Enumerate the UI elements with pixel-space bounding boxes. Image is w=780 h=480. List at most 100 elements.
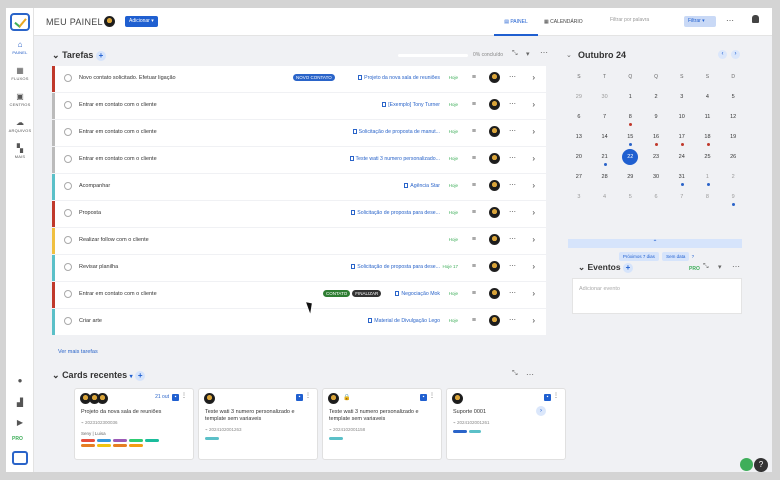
- description-icon[interactable]: ≡: [472, 155, 476, 162]
- calendar-day[interactable]: 23: [643, 154, 669, 174]
- task-row[interactable]: Entrar em contato com o cliente CONTATO F…: [52, 282, 546, 308]
- task-date[interactable]: Hoje: [449, 237, 458, 242]
- task-checkbox[interactable]: [64, 74, 72, 82]
- add-button[interactable]: Adicionar ▾: [125, 16, 158, 27]
- task-row[interactable]: Criar arte Material de Divulgação Lego H…: [52, 309, 546, 335]
- description-icon[interactable]: ≡: [472, 182, 476, 189]
- calendar-day[interactable]: 21: [592, 154, 618, 174]
- more-icon[interactable]: ⋮: [553, 392, 559, 399]
- next-7-days-button[interactable]: Próximos 7 dias: [618, 252, 659, 261]
- calendar-day[interactable]: 3: [669, 94, 695, 114]
- task-checkbox[interactable]: [64, 101, 72, 109]
- sidebar-item-chat[interactable]: ●: [6, 376, 34, 385]
- chevron-right-icon[interactable]: ›: [532, 181, 535, 190]
- calendar-day[interactable]: 6: [566, 114, 592, 134]
- task-date[interactable]: Hoje: [449, 129, 458, 134]
- task-link[interactable]: Solicitação de proposta de manut...: [352, 129, 440, 135]
- cards-next-button[interactable]: ›: [536, 406, 546, 416]
- calendar-next-button[interactable]: ›: [731, 50, 740, 59]
- calendar-day[interactable]: 4: [592, 194, 618, 214]
- sidebar-item-fluxos[interactable]: ▦ FLUXOS: [6, 66, 34, 81]
- task-row[interactable]: Entrar em contato com o cliente [Exemplo…: [52, 93, 546, 119]
- help-icon[interactable]: ?: [692, 254, 695, 259]
- more-icon[interactable]: ⋮: [429, 392, 435, 399]
- task-checkbox[interactable]: [64, 263, 72, 271]
- chevron-right-icon[interactable]: ›: [532, 208, 535, 217]
- recent-card[interactable]: ▪ ⋮ Teste wati 3 numero personalizado e …: [198, 388, 318, 460]
- chevron-right-icon[interactable]: ›: [532, 73, 535, 82]
- more-icon[interactable]: ⋯: [509, 262, 516, 270]
- chevron-right-icon[interactable]: ›: [532, 127, 535, 136]
- task-date[interactable]: Hoje: [449, 75, 458, 80]
- calendar-day[interactable]: 17: [669, 134, 695, 154]
- recent-card[interactable]: 21 out ▪ ⋮ Projeto da nova sala de reuni…: [74, 388, 194, 460]
- calendar-day[interactable]: 2: [720, 174, 746, 194]
- task-checkbox[interactable]: [64, 128, 72, 136]
- more-icon[interactable]: ⋯: [509, 316, 516, 324]
- sidebar-item-painel[interactable]: ⌂ PAINEL: [6, 40, 34, 55]
- collapse-icon[interactable]: ⤡: [512, 370, 518, 378]
- bell-icon[interactable]: [752, 15, 759, 23]
- task-checkbox[interactable]: [64, 290, 72, 298]
- search-input[interactable]: Filtrar por palavra: [610, 17, 680, 23]
- task-date[interactable]: Hoje: [449, 291, 458, 296]
- calendar-day[interactable]: 29: [617, 174, 643, 194]
- recent-card[interactable]: ▪ ⋮ Suporte 0001 ⌁ 2024102001261: [446, 388, 566, 460]
- calendar-day[interactable]: 26: [720, 154, 746, 174]
- description-icon[interactable]: ≡: [472, 236, 476, 243]
- description-icon[interactable]: ≡: [472, 290, 476, 297]
- more-icon[interactable]: ⋯: [509, 235, 516, 243]
- no-date-button[interactable]: Sem data: [662, 252, 690, 261]
- task-date[interactable]: Hoje: [449, 318, 458, 323]
- task-link[interactable]: Material de Divulgação Lego: [368, 318, 440, 324]
- calendar-day[interactable]: 5: [720, 94, 746, 114]
- assignee-avatar[interactable]: [489, 180, 500, 191]
- sidebar-item-reports[interactable]: ▟: [6, 398, 34, 407]
- chevron-down-icon[interactable]: ▾: [526, 50, 530, 58]
- sidebar-item-mais[interactable]: ▚ MAIS: [6, 144, 34, 159]
- calendar-day[interactable]: 1: [695, 174, 721, 194]
- calendar-day[interactable]: 7: [669, 194, 695, 214]
- help-button[interactable]: ?: [754, 458, 768, 472]
- task-row[interactable]: Entrar em contato com o cliente Teste wa…: [52, 147, 546, 173]
- events-header[interactable]: ⌄ Eventos +: [578, 262, 633, 273]
- task-checkbox[interactable]: [64, 182, 72, 190]
- recent-card[interactable]: 🔒 ▪ ⋮ Teste wati 3 numero personalizado …: [322, 388, 442, 460]
- more-icon[interactable]: ⋯: [540, 48, 548, 57]
- task-link[interactable]: Projeto da nova sala de reuniões: [358, 75, 440, 81]
- calendar-day[interactable]: 9: [643, 114, 669, 134]
- assignee-avatar[interactable]: [489, 234, 500, 245]
- calendar-day[interactable]: 30: [643, 174, 669, 194]
- calendar-day[interactable]: 19: [720, 134, 746, 154]
- task-link[interactable]: Solicitação de proposta para dese...: [351, 210, 440, 216]
- calendar-day[interactable]: 27: [566, 174, 592, 194]
- more-icon[interactable]: ⋮: [181, 392, 187, 399]
- chevron-right-icon[interactable]: ›: [532, 154, 535, 163]
- calendar-day[interactable]: 16: [643, 134, 669, 154]
- task-date[interactable]: Hoje: [449, 156, 458, 161]
- calendar-day[interactable]: 3: [566, 194, 592, 214]
- more-icon[interactable]: ⋯: [509, 127, 516, 135]
- chevron-right-icon[interactable]: ›: [532, 316, 535, 325]
- task-row[interactable]: Proposta Solicitação de proposta para de…: [52, 201, 546, 227]
- task-date[interactable]: Hoje 17: [442, 264, 458, 269]
- task-row[interactable]: Entrar em contato com o cliente Solicita…: [52, 120, 546, 146]
- task-date[interactable]: Hoje: [449, 102, 458, 107]
- calendar-day[interactable]: 29: [566, 94, 592, 114]
- calendar-day[interactable]: 11: [695, 114, 721, 134]
- calendar-day[interactable]: 22: [617, 149, 643, 174]
- more-icon[interactable]: ⋯: [509, 154, 516, 162]
- chevron-down-icon[interactable]: ⌄: [566, 51, 572, 59]
- description-icon[interactable]: ≡: [472, 263, 476, 270]
- assignee-avatar[interactable]: [489, 315, 500, 326]
- calendar-day[interactable]: 12: [720, 114, 746, 134]
- task-checkbox[interactable]: [64, 209, 72, 217]
- task-row[interactable]: Realizar follow com o cliente Hoje ≡ ⋯ ›: [52, 228, 546, 254]
- calendar-day[interactable]: 7: [592, 114, 618, 134]
- calendar-collapse-button[interactable]: ⌃: [568, 239, 742, 248]
- task-checkbox[interactable]: [64, 236, 72, 244]
- task-link[interactable]: Solicitação de proposta para dese...: [351, 264, 440, 270]
- user-avatar[interactable]: [104, 16, 115, 27]
- description-icon[interactable]: ≡: [472, 128, 476, 135]
- whatsapp-icon[interactable]: [740, 458, 753, 471]
